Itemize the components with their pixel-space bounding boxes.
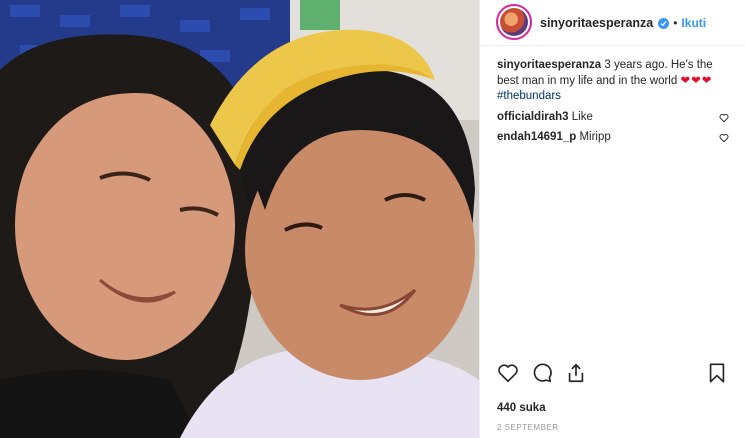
bookmark-icon[interactable] [706, 362, 728, 384]
avatar[interactable] [496, 3, 532, 40]
post-side-panel: sinyoritaesperanza • Ikuti sinyoritaespe… [479, 0, 745, 438]
avatar-image [500, 7, 528, 36]
action-bar [480, 362, 745, 384]
post-photo[interactable] [0, 0, 479, 438]
heart-outline-icon[interactable] [497, 362, 519, 384]
post-date: 2 SEPTEMBER [497, 423, 559, 432]
list-item: endah14691_p Miripp [497, 130, 729, 146]
post-header: sinyoritaesperanza • Ikuti [480, 0, 745, 46]
follow-button[interactable]: Ikuti [681, 16, 706, 30]
comment-username[interactable]: officialdirah3 [497, 111, 569, 123]
selfie-photo [0, 0, 479, 438]
comment-body: endah14691_p Miripp [497, 130, 611, 146]
comment-username[interactable]: endah14691_p [497, 131, 576, 143]
list-item: officialdirah3 Like [497, 110, 729, 126]
header-username[interactable]: sinyoritaesperanza [540, 16, 653, 30]
comment-text: Like [571, 110, 593, 123]
separator: • [673, 15, 678, 30]
comment-bubble-icon[interactable] [531, 362, 553, 384]
share-icon[interactable] [565, 362, 587, 384]
likes-count[interactable]: 440 suka [497, 402, 546, 414]
comment-body: officialdirah3 Like [497, 110, 593, 126]
comments-list: sinyoritaesperanza 3 years ago. He's the… [480, 46, 745, 146]
caption-emoji: ❤❤❤ [680, 74, 713, 87]
comment-like-icon[interactable] [719, 113, 729, 123]
caption-hashtag[interactable]: #thebundars [497, 90, 561, 102]
comment-text: Miripp [579, 131, 611, 143]
instagram-post: sinyoritaesperanza • Ikuti sinyoritaespe… [0, 0, 745, 438]
comment-like-icon[interactable] [719, 133, 729, 143]
caption: sinyoritaesperanza 3 years ago. He's the… [497, 58, 729, 105]
caption-username[interactable]: sinyoritaesperanza [497, 59, 601, 71]
verified-badge-icon [658, 18, 670, 29]
